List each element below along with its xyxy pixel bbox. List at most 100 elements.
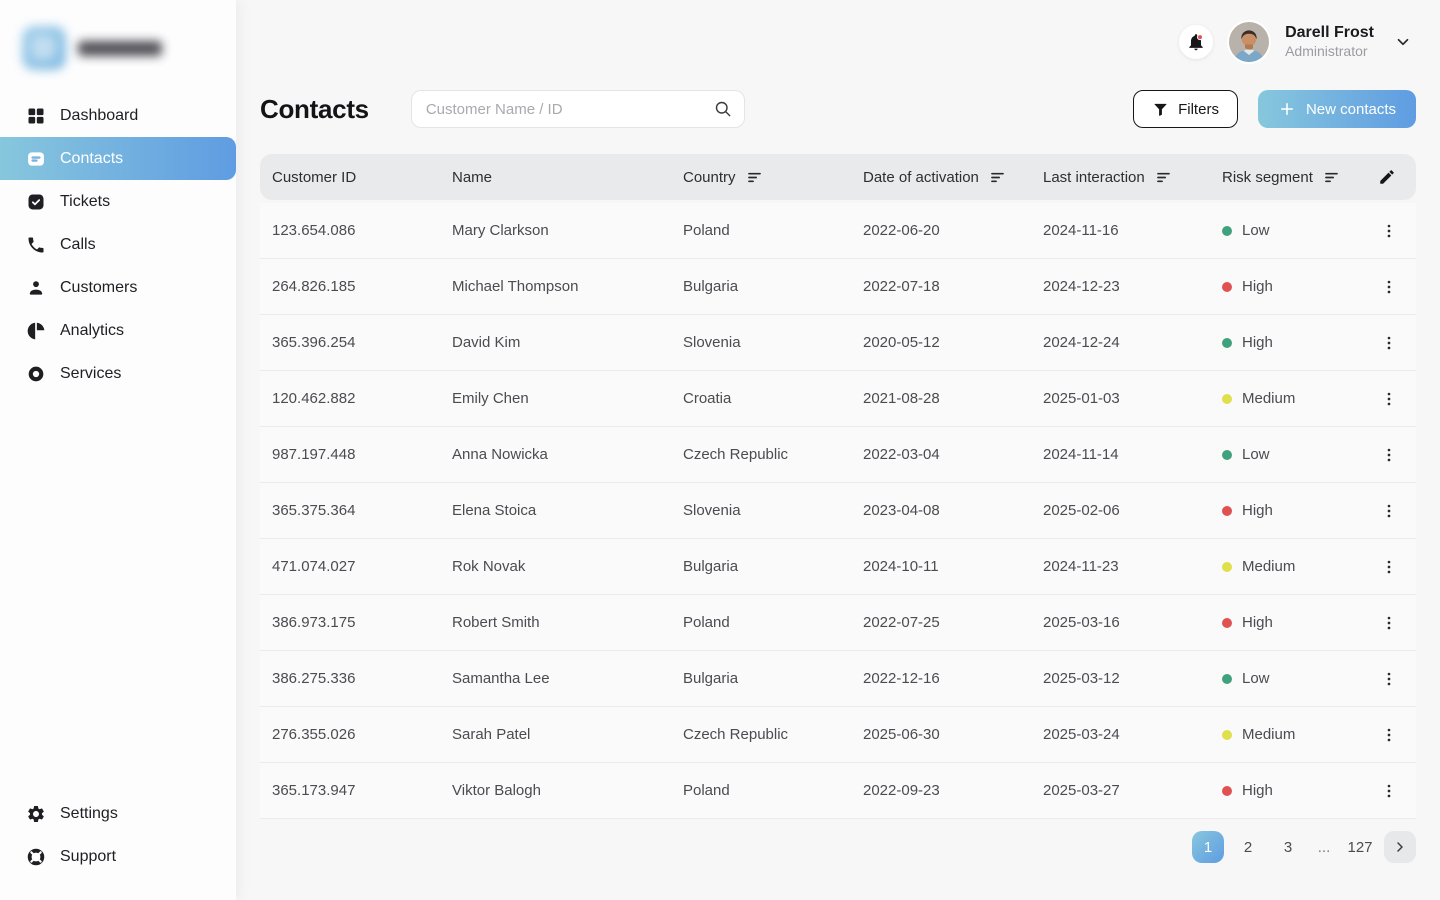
pagination-page-1[interactable]: 1: [1192, 831, 1224, 863]
row-actions-kebab-button[interactable]: [1378, 668, 1404, 690]
pagination-page-127[interactable]: 127: [1344, 831, 1376, 863]
sidebar-item-label: Support: [60, 848, 116, 866]
cell-country: Bulgaria: [683, 278, 863, 295]
cell-date-of-activation: 2022-07-25: [863, 614, 1043, 631]
kebab-icon: [1380, 670, 1398, 688]
cell-date-of-activation: 2022-12-16: [863, 670, 1043, 687]
table-row: 264.826.185Michael ThompsonBulgaria2022-…: [260, 259, 1416, 315]
search-input[interactable]: [411, 90, 745, 128]
kebab-icon: [1380, 390, 1398, 408]
row-actions-kebab-button[interactable]: [1378, 332, 1404, 354]
cell-country: Poland: [683, 614, 863, 631]
cell-name: Samantha Lee: [452, 670, 683, 687]
ring-icon: [26, 364, 46, 384]
sort-icon[interactable]: [1155, 169, 1172, 186]
cell-date-of-activation: 2025-06-30: [863, 726, 1043, 743]
main-content: Darell Frost Administrator Contacts Filt…: [236, 0, 1440, 900]
gear-icon: [26, 804, 46, 824]
sidebar-item-label: Services: [60, 365, 121, 383]
user-menu-button[interactable]: [1390, 29, 1416, 55]
cell-last-interaction: 2024-12-24: [1043, 334, 1222, 351]
risk-dot-red: [1222, 786, 1232, 796]
cell-country: Czech Republic: [683, 446, 863, 463]
risk-label: Medium: [1242, 726, 1295, 743]
cell-last-interaction: 2024-11-23: [1043, 558, 1222, 575]
sidebar-item-services[interactable]: Services: [0, 352, 236, 395]
row-actions-kebab-button[interactable]: [1378, 444, 1404, 466]
cell-date-of-activation: 2021-08-28: [863, 390, 1043, 407]
new-contacts-button[interactable]: New contacts: [1258, 90, 1416, 128]
sidebar-item-settings[interactable]: Settings: [0, 792, 236, 835]
risk-label: Medium: [1242, 390, 1295, 407]
sidebar-item-label: Tickets: [60, 193, 110, 211]
cell-name: Viktor Balogh: [452, 782, 683, 799]
sidebar-item-contacts[interactable]: Contacts: [0, 137, 236, 180]
table-row: 386.275.336Samantha LeeBulgaria2022-12-1…: [260, 651, 1416, 707]
kebab-icon: [1380, 558, 1398, 576]
cell-date-of-activation: 2020-05-12: [863, 334, 1043, 351]
cell-country: Croatia: [683, 390, 863, 407]
sort-icon[interactable]: [1323, 169, 1340, 186]
pagination-page-3[interactable]: 3: [1272, 831, 1304, 863]
column-header-risk-segment: Risk segment: [1222, 169, 1378, 186]
risk-dot-green: [1222, 450, 1232, 460]
pie-chart-icon: [26, 321, 46, 341]
sidebar-item-calls[interactable]: Calls: [0, 223, 236, 266]
table-body: 123.654.086Mary ClarksonPoland2022-06-20…: [260, 203, 1416, 819]
sort-icon[interactable]: [989, 169, 1006, 186]
header-actions: Filters New contacts: [1133, 90, 1416, 128]
app-logo[interactable]: [0, 0, 236, 76]
risk-dot-red: [1222, 506, 1232, 516]
row-actions-kebab-button[interactable]: [1378, 724, 1404, 746]
cell-last-interaction: 2024-11-16: [1043, 222, 1222, 239]
pagination-page-2[interactable]: 2: [1232, 831, 1264, 863]
cell-name: Michael Thompson: [452, 278, 683, 295]
cell-date-of-activation: 2023-04-08: [863, 502, 1043, 519]
row-actions-kebab-button[interactable]: [1378, 388, 1404, 410]
topbar: Darell Frost Administrator: [260, 0, 1416, 76]
column-label: Name: [452, 169, 492, 186]
risk-label: High: [1242, 334, 1273, 351]
cell-risk-segment: High: [1222, 334, 1378, 351]
column-header-last-interaction: Last interaction: [1043, 169, 1222, 186]
column-header-country: Country: [683, 169, 863, 186]
cell-country: Slovenia: [683, 334, 863, 351]
sidebar-item-support[interactable]: Support: [0, 835, 236, 878]
column-header-name: Name: [452, 169, 683, 186]
kebab-icon: [1380, 446, 1398, 464]
row-actions-kebab-button[interactable]: [1378, 556, 1404, 578]
pagination-next-button[interactable]: [1384, 831, 1416, 863]
sidebar-item-analytics[interactable]: Analytics: [0, 309, 236, 352]
row-actions-kebab-button[interactable]: [1378, 612, 1404, 634]
edit-columns-button[interactable]: [1378, 168, 1396, 186]
sidebar-footer-nav: Settings Support: [0, 792, 236, 900]
sidebar-item-label: Dashboard: [60, 107, 138, 125]
row-actions-kebab-button[interactable]: [1378, 780, 1404, 802]
cell-country: Poland: [683, 782, 863, 799]
column-label: Customer ID: [272, 169, 356, 186]
notifications-bell-button[interactable]: [1179, 25, 1213, 59]
cell-last-interaction: 2025-02-06: [1043, 502, 1222, 519]
dashboard-icon: [26, 106, 46, 126]
sidebar-item-tickets[interactable]: Tickets: [0, 180, 236, 223]
cell-customer-id: 120.462.882: [272, 390, 452, 407]
filters-button[interactable]: Filters: [1133, 90, 1238, 128]
cell-customer-id: 123.654.086: [272, 222, 452, 239]
cell-date-of-activation: 2022-09-23: [863, 782, 1043, 799]
avatar[interactable]: [1229, 22, 1269, 62]
row-actions-kebab-button[interactable]: [1378, 500, 1404, 522]
person-icon: [26, 278, 46, 298]
kebab-icon: [1380, 726, 1398, 744]
row-actions-kebab-button[interactable]: [1378, 220, 1404, 242]
table-row: 120.462.882Emily ChenCroatia2021-08-2820…: [260, 371, 1416, 427]
cell-risk-segment: Medium: [1222, 558, 1378, 575]
cell-customer-id: 386.275.336: [272, 670, 452, 687]
sidebar-item-dashboard[interactable]: Dashboard: [0, 94, 236, 137]
sidebar-item-customers[interactable]: Customers: [0, 266, 236, 309]
kebab-icon: [1380, 334, 1398, 352]
sort-icon[interactable]: [746, 169, 763, 186]
cell-last-interaction: 2025-03-16: [1043, 614, 1222, 631]
cell-date-of-activation: 2022-06-20: [863, 222, 1043, 239]
row-actions-kebab-button[interactable]: [1378, 276, 1404, 298]
cell-last-interaction: 2024-11-14: [1043, 446, 1222, 463]
